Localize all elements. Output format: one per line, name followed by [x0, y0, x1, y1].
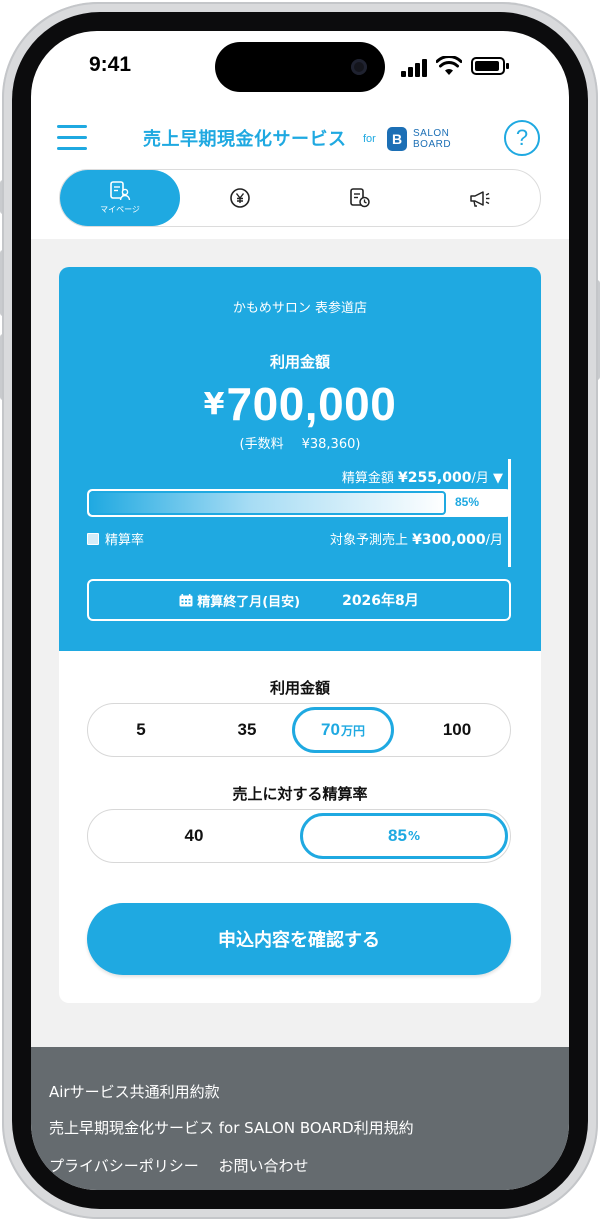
rate-option-85-value: 85 — [388, 826, 407, 845]
usage-amount: ¥700,000 — [59, 377, 541, 431]
amount-option-70-value: 70 — [321, 720, 340, 739]
app-title-for: for — [363, 133, 376, 145]
help-icon[interactable]: ? — [504, 120, 540, 156]
legend-swatch — [87, 532, 99, 545]
amount-selector-title: 利用金額 — [269, 679, 330, 697]
rate-option-85-unit: % — [407, 829, 420, 843]
target-forecast-label: 対象予測売上 — [329, 533, 408, 548]
cellular-signal-icon — [401, 59, 429, 77]
fee-label: (手数料 — [239, 437, 284, 452]
rate-option-40-value: 40 — [184, 826, 204, 845]
amount-option-35[interactable]: 35 — [194, 704, 300, 756]
target-forecast-unit: /月 — [485, 533, 503, 548]
salon-board-logo-text: SALON BOARD — [413, 128, 451, 150]
document-clock-icon — [350, 188, 370, 208]
megaphone-icon — [470, 191, 490, 207]
amount-option-70-unit: 万円 — [340, 723, 365, 738]
confirm-application-button[interactable]: 申込内容を確認する — [87, 903, 511, 975]
calendar-icon — [179, 593, 193, 606]
wifi-icon — [436, 56, 462, 75]
monthly-settlement-label: 精算金額 — [341, 471, 394, 486]
tab-announcements[interactable] — [420, 170, 540, 226]
settlement-rate-fill-outline — [89, 491, 446, 515]
footer-link-privacy-contact[interactable]: プライバシーポリシー お問い合わせ — [49, 1155, 308, 1176]
app-title: 売上早期現金化サービス — [143, 129, 347, 150]
settlement-end-value: 2026年8月 — [342, 593, 419, 609]
tab-bar: マイページ — [59, 169, 541, 227]
store-name: かもめサロン 表参道店 — [232, 301, 368, 316]
footer-link-service-terms[interactable]: 売上早期現金化サービス for SALON BOARD利用規約 — [49, 1117, 414, 1138]
rate-selector-title: 売上に対する精算率 — [232, 785, 368, 803]
app-header: 売上早期現金化サービス for B SALON BOARD ? — [31, 117, 569, 161]
footer: Airサービス共通利用約款 売上早期現金化サービス for SALON BOAR… — [31, 1047, 569, 1190]
amount-option-70[interactable]: 70 万円 — [292, 707, 394, 753]
tab-mypage-label: マイページ — [100, 205, 140, 214]
status-bar: 9:41 — [31, 31, 569, 101]
usage-amount-currency: ¥ — [203, 387, 225, 422]
amount-option-100-value: 100 — [442, 720, 472, 739]
usage-amount-value: 700,000 — [226, 378, 397, 430]
fee-row: (手数料 ¥38,360) — [59, 433, 541, 452]
amount-option-5[interactable]: 5 — [88, 704, 194, 756]
salon-board-logo-line1: SALON — [413, 128, 450, 139]
rate-option-40[interactable]: 40 — [88, 810, 300, 862]
salon-board-logo-line2: BOARD — [413, 139, 452, 150]
footer-link-air-terms[interactable]: Airサービス共通利用約款 — [49, 1081, 220, 1102]
settlement-rate-percent: 85% — [455, 495, 480, 509]
tab-mypage[interactable]: マイページ — [60, 170, 180, 226]
usage-amount-label: 利用金額 — [269, 353, 330, 371]
hamburger-menu-icon[interactable] — [57, 123, 87, 151]
amount-option-5-value: 5 — [136, 720, 146, 739]
tab-history[interactable] — [300, 170, 420, 226]
status-time: 9:41 — [89, 53, 132, 76]
amount-option-35-value: 35 — [237, 720, 257, 739]
person-document-icon — [110, 181, 131, 201]
phone-screen: 9:41 売上早期現金化サービス for B SALON BOARD ? マイペ… — [31, 31, 569, 1190]
simulation-card: かもめサロン 表参道店 利用金額 ¥700,000 (手数料 ¥38,360) 精… — [59, 267, 541, 1003]
salon-board-logo: B SALON BOARD — [387, 127, 463, 151]
tab-yen[interactable] — [180, 170, 300, 226]
settlement-rate-legend: 精算率 — [87, 529, 144, 548]
salon-board-logo-mark: B — [387, 127, 407, 151]
monthly-settlement-value: ¥255,000 — [397, 470, 472, 486]
fee-value: ¥38,360) — [301, 437, 361, 452]
settlement-end-label: 精算終了月(目安) — [197, 594, 301, 610]
monthly-settlement-unit: /月 ▼ — [471, 471, 503, 486]
rate-selector: 40 85% — [87, 809, 511, 863]
yen-icon — [230, 188, 250, 208]
camera-icon — [351, 59, 367, 75]
settlement-rate-legend-label: 精算率 — [105, 533, 145, 548]
monthly-settlement: 精算金額 ¥255,000/月 ▼ — [342, 467, 503, 486]
target-forecast-value: ¥300,000 — [412, 532, 486, 548]
rate-option-85[interactable]: 85% — [300, 813, 508, 859]
amount-option-100[interactable]: 100 — [404, 704, 510, 756]
battery-icon — [471, 57, 509, 75]
target-forecast-sales: 対象予測売上 ¥300,000/月 — [330, 529, 503, 548]
settlement-rate-bar — [87, 489, 511, 517]
dynamic-island — [215, 42, 385, 92]
summary-panel: かもめサロン 表参道店 利用金額 ¥700,000 (手数料 ¥38,360) 精… — [59, 267, 541, 651]
amount-selector: 5 35 70 万円 100 — [87, 703, 511, 757]
settlement-end-month: 精算終了月(目安) 2026年8月 — [87, 579, 511, 621]
